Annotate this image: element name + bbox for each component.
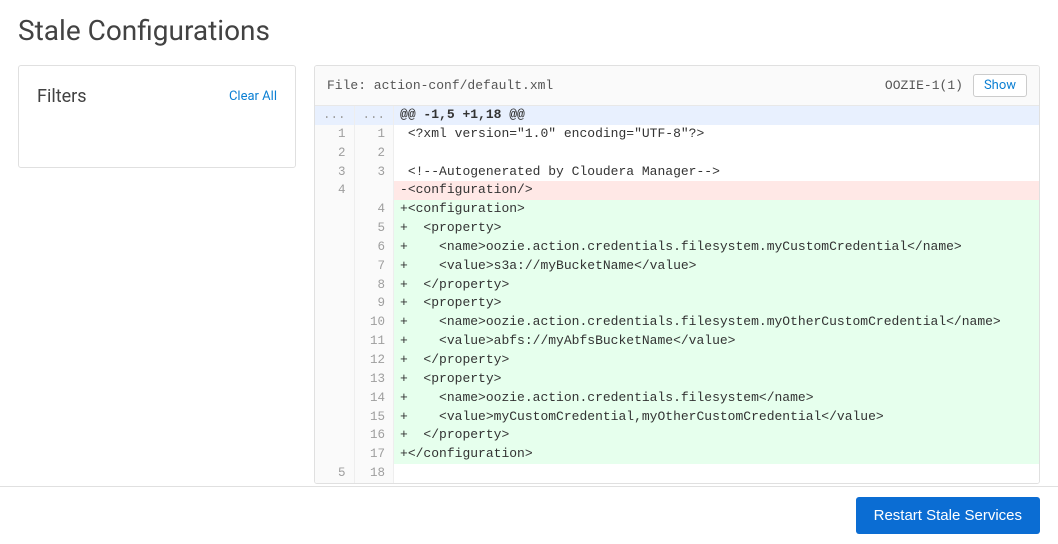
new-line-number: 10 — [354, 313, 394, 332]
old-line-number: 4 — [315, 181, 354, 200]
diff-line: 11+ <value>abfs://myAbfsBucketName</valu… — [315, 332, 1039, 351]
diff-line-text: -<configuration/> — [394, 181, 1039, 200]
diff-line: 4 -<configuration/> — [315, 181, 1039, 200]
restart-stale-services-button[interactable]: Restart Stale Services — [856, 497, 1040, 534]
diff-line: 6+ <name>oozie.action.credentials.filesy… — [315, 238, 1039, 257]
diff-line: 22 — [315, 144, 1039, 163]
diff-line: 11 <?xml version="1.0" encoding="UTF-8"?… — [315, 125, 1039, 144]
filters-heading: Filters — [37, 86, 87, 107]
old-line-number — [315, 332, 354, 351]
old-line-number — [315, 313, 354, 332]
diff-panel: File: action-conf/default.xml OOZIE-1(1)… — [314, 65, 1040, 484]
diff-line-text: + <property> — [394, 294, 1039, 313]
diff-line-text: + <value>s3a://myBucketName</value> — [394, 257, 1039, 276]
old-line-number — [315, 445, 354, 464]
old-line-number — [315, 294, 354, 313]
content-row: Filters Clear All File: action-conf/defa… — [0, 65, 1058, 484]
diff-line-text: + </property> — [394, 276, 1039, 295]
new-line-number: 15 — [354, 408, 394, 427]
diff-line-text: + </property> — [394, 351, 1039, 370]
diff-line-text: + </property> — [394, 426, 1039, 445]
diff-line-text — [394, 144, 1039, 163]
diff-table: ......@@ -1,5 +1,18 @@11 <?xml version="… — [315, 106, 1039, 483]
diff-line: 518 — [315, 464, 1039, 483]
new-line-number: 18 — [354, 464, 394, 483]
new-line-number: 17 — [354, 445, 394, 464]
old-line-number — [315, 200, 354, 219]
diff-line-text: + <property> — [394, 370, 1039, 389]
diff-line-text: + <name>oozie.action.credentials.filesys… — [394, 389, 1039, 408]
new-line-number: 14 — [354, 389, 394, 408]
new-line-number: 16 — [354, 426, 394, 445]
old-line-number — [315, 351, 354, 370]
old-line-number — [315, 219, 354, 238]
old-line-number — [315, 389, 354, 408]
diff-line-text: @@ -1,5 +1,18 @@ — [394, 106, 1039, 125]
new-line-number: 11 — [354, 332, 394, 351]
diff-line-text: + <value>myCustomCredential,myOtherCusto… — [394, 408, 1039, 427]
diff-line-text: <?xml version="1.0" encoding="UTF-8"?> — [394, 125, 1039, 144]
diff-line: 33 <!--Autogenerated by Cloudera Manager… — [315, 163, 1039, 182]
old-line-number — [315, 276, 354, 295]
old-line-number — [315, 426, 354, 445]
show-button[interactable]: Show — [973, 74, 1027, 97]
footer-bar: Restart Stale Services — [0, 486, 1058, 544]
new-line-number: 13 — [354, 370, 394, 389]
diff-line-text — [394, 464, 1039, 483]
diff-line-text: + <property> — [394, 219, 1039, 238]
diff-line-text: + <name>oozie.action.credentials.filesys… — [394, 313, 1039, 332]
old-line-number: 2 — [315, 144, 354, 163]
old-line-number — [315, 257, 354, 276]
diff-line: 5+ <property> — [315, 219, 1039, 238]
new-line-number: 3 — [354, 163, 394, 182]
new-line-number: 2 — [354, 144, 394, 163]
diff-line: 17+</configuration> — [315, 445, 1039, 464]
diff-line-text: + <name>oozie.action.credentials.filesys… — [394, 238, 1039, 257]
diff-line: 4+<configuration> — [315, 200, 1039, 219]
new-line-number: 1 — [354, 125, 394, 144]
diff-line-text: + <value>abfs://myAbfsBucketName</value> — [394, 332, 1039, 351]
new-line-number: 5 — [354, 219, 394, 238]
diff-line-text: +<configuration> — [394, 200, 1039, 219]
diff-line-text: <!--Autogenerated by Cloudera Manager--> — [394, 163, 1039, 182]
new-line-number: 4 — [354, 200, 394, 219]
diff-header: File: action-conf/default.xml OOZIE-1(1)… — [315, 66, 1039, 106]
diff-service-label: OOZIE-1(1) — [885, 78, 963, 93]
new-line-number: 6 — [354, 238, 394, 257]
old-line-number: 1 — [315, 125, 354, 144]
old-line-number — [315, 370, 354, 389]
new-line-number — [354, 181, 394, 200]
diff-line-text: +</configuration> — [394, 445, 1039, 464]
clear-all-link[interactable]: Clear All — [229, 89, 277, 104]
diff-line: 12+ </property> — [315, 351, 1039, 370]
diff-line: 14+ <name>oozie.action.credentials.files… — [315, 389, 1039, 408]
diff-line: 10+ <name>oozie.action.credentials.files… — [315, 313, 1039, 332]
diff-line: 8+ </property> — [315, 276, 1039, 295]
old-line-number: 5 — [315, 464, 354, 483]
diff-line: ......@@ -1,5 +1,18 @@ — [315, 106, 1039, 125]
old-line-number — [315, 238, 354, 257]
diff-line: 7+ <value>s3a://myBucketName</value> — [315, 257, 1039, 276]
diff-line: 15+ <value>myCustomCredential,myOtherCus… — [315, 408, 1039, 427]
diff-file-label: File: action-conf/default.xml — [327, 78, 553, 93]
old-line-number: 3 — [315, 163, 354, 182]
diff-line: 16+ </property> — [315, 426, 1039, 445]
new-line-number: 9 — [354, 294, 394, 313]
filters-panel: Filters Clear All — [18, 65, 296, 168]
new-line-number: 8 — [354, 276, 394, 295]
diff-line: 9+ <property> — [315, 294, 1039, 313]
old-line-number: ... — [315, 106, 354, 125]
old-line-number — [315, 408, 354, 427]
new-line-number: 12 — [354, 351, 394, 370]
new-line-number: 7 — [354, 257, 394, 276]
diff-line: 13+ <property> — [315, 370, 1039, 389]
new-line-number: ... — [354, 106, 394, 125]
page-title: Stale Configurations — [0, 0, 1058, 65]
